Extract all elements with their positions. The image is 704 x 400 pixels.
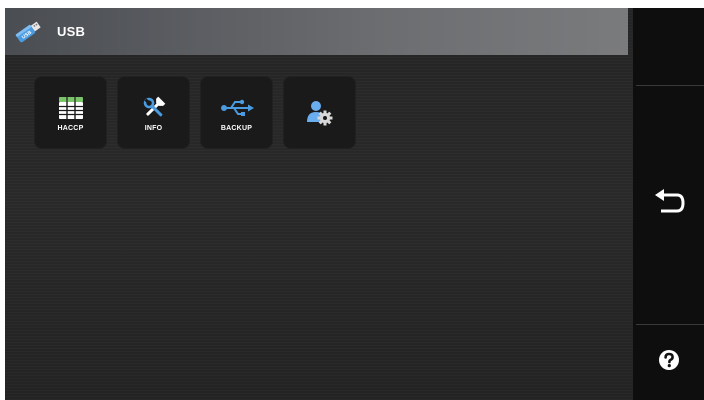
haccp-table-icon (58, 94, 84, 122)
menu-tiles: HACCP INFO BACKUP (34, 76, 356, 149)
page-title: USB (57, 24, 86, 39)
help-icon (658, 349, 680, 376)
tile-backup[interactable]: BACKUP (200, 76, 273, 149)
usb-symbol-icon (220, 94, 254, 122)
device-screen: USB USB HACCP INFO BACKUP (5, 8, 704, 400)
right-sidebar (633, 8, 704, 400)
help-button[interactable] (633, 325, 704, 400)
main-panel: USB USB HACCP INFO BACKUP (5, 8, 633, 400)
back-button[interactable] (633, 86, 704, 324)
tile-user-settings[interactable] (283, 76, 356, 149)
sidebar-empty-slot (633, 8, 704, 85)
tile-label: INFO (144, 124, 163, 132)
usb-stick-icon: USB (11, 15, 45, 49)
user-settings-icon (305, 99, 335, 127)
title-bar: USB USB (5, 8, 628, 55)
back-arrow-icon (653, 188, 685, 222)
tile-haccp[interactable]: HACCP (34, 76, 107, 149)
tools-icon (141, 94, 167, 122)
tile-label: HACCP (57, 124, 84, 132)
tile-info[interactable]: INFO (117, 76, 190, 149)
tile-label: BACKUP (220, 124, 253, 132)
